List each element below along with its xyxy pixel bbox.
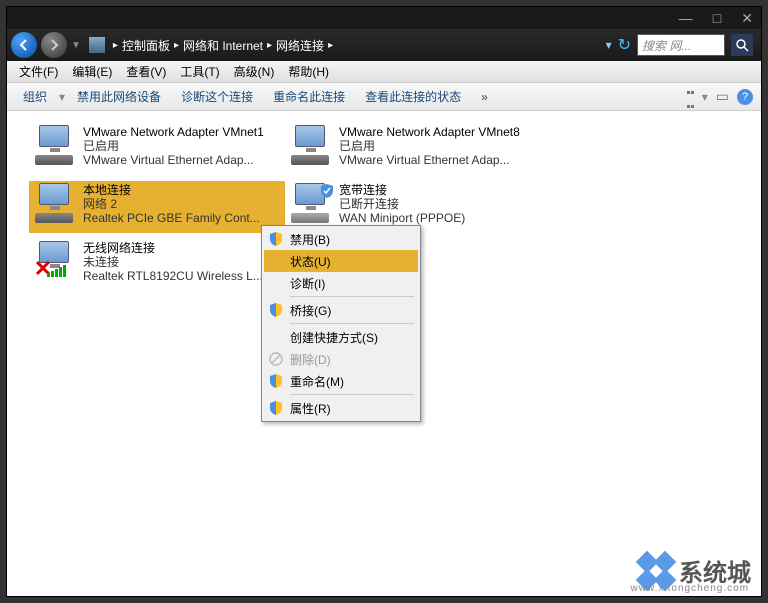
search-input[interactable]: 搜索 网...: [637, 34, 725, 56]
conn-device: WAN Miniport (PPPOE): [339, 211, 537, 225]
ctx-status[interactable]: 状态(U): [264, 250, 418, 272]
forward-button[interactable]: [41, 32, 67, 58]
back-button[interactable]: [11, 32, 37, 58]
nav-dropdown-icon[interactable]: ▾: [606, 38, 612, 52]
ctx-disable[interactable]: 禁用(B): [264, 228, 418, 250]
menu-help[interactable]: 帮助(H): [282, 61, 335, 82]
breadcrumb[interactable]: ▸ 控制面板 ▸ 网络和 Internet ▸ 网络连接 ▸: [113, 37, 602, 54]
help-icon[interactable]: ?: [737, 89, 753, 105]
conn-device: Realtek PCIe GBE Family Cont...: [83, 211, 281, 225]
menu-separator: [290, 323, 414, 324]
preview-pane-icon[interactable]: ▭: [716, 88, 729, 105]
search-placeholder: 搜索 网...: [642, 37, 691, 54]
shield-icon: [268, 373, 284, 389]
explorer-window: — □ ✕ ▼ ▸ 控制面板 ▸ 网络和 Internet ▸ 网络连接 ▸ ▾…: [6, 6, 762, 597]
minimize-button[interactable]: —: [679, 10, 693, 26]
conn-name: 宽带连接: [339, 183, 537, 197]
close-button[interactable]: ✕: [741, 10, 753, 27]
connection-wireless[interactable]: ✕ 无线网络连接 未连接 Realtek RTL8192CU Wireless …: [29, 239, 285, 291]
menu-tools[interactable]: 工具(T): [174, 61, 225, 82]
disable-device-button[interactable]: 禁用此网络设备: [69, 84, 169, 109]
wireless-adapter-icon: ✕: [33, 241, 77, 281]
titlebar: — □ ✕: [7, 7, 761, 29]
menu-advanced[interactable]: 高级(N): [228, 61, 281, 82]
network-adapter-icon: [33, 183, 77, 223]
network-adapter-icon: [33, 125, 77, 165]
menu-separator: [290, 296, 414, 297]
shield-check-icon: [319, 183, 335, 199]
conn-name: 本地连接: [83, 183, 281, 197]
menubar: 文件(F) 编辑(E) 查看(V) 工具(T) 高级(N) 帮助(H): [7, 61, 761, 83]
conn-status: 已启用: [83, 139, 281, 153]
menu-file[interactable]: 文件(F): [13, 61, 64, 82]
breadcrumb-seg-1[interactable]: 控制面板: [122, 37, 170, 54]
conn-status: 已断开连接: [339, 197, 537, 211]
shield-icon: [268, 231, 284, 247]
ctx-rename[interactable]: 重命名(M): [264, 370, 418, 392]
menu-view[interactable]: 查看(V): [120, 61, 172, 82]
connection-local[interactable]: 本地连接 网络 2 Realtek PCIe GBE Family Cont..…: [29, 181, 285, 233]
shield-icon: [268, 400, 284, 416]
history-dropdown-icon[interactable]: ▼: [71, 40, 81, 51]
path-icon: [89, 37, 105, 53]
conn-status: 网络 2: [83, 197, 281, 211]
diagnose-button[interactable]: 诊断这个连接: [173, 84, 261, 109]
watermark-url: www.xitongcheng.com: [631, 583, 750, 594]
shield-icon: [268, 302, 284, 318]
conn-device: Realtek RTL8192CU Wireless L...: [83, 269, 281, 283]
conn-name: VMware Network Adapter VMnet8: [339, 125, 537, 139]
conn-device: VMware Virtual Ethernet Adap...: [339, 153, 537, 167]
breadcrumb-seg-2[interactable]: 网络和 Internet: [183, 37, 263, 54]
ctx-diagnose[interactable]: 诊断(I): [264, 272, 418, 294]
more-button[interactable]: »: [473, 86, 496, 108]
conn-name: VMware Network Adapter VMnet1: [83, 125, 281, 139]
context-menu: 禁用(B) 状态(U) 诊断(I) 桥接(G) 创建快捷方式(S) 删除(D) …: [261, 225, 421, 422]
ctx-bridge[interactable]: 桥接(G): [264, 299, 418, 321]
organize-button[interactable]: 组织: [15, 84, 55, 109]
conn-status: 未连接: [83, 255, 281, 269]
ctx-properties[interactable]: 属性(R): [264, 397, 418, 419]
maximize-button[interactable]: □: [713, 10, 721, 26]
network-adapter-icon: [289, 183, 333, 223]
ctx-shortcut[interactable]: 创建快捷方式(S): [264, 326, 418, 348]
view-status-button[interactable]: 查看此连接的状态: [357, 84, 469, 109]
search-button[interactable]: [731, 34, 753, 56]
connection-vmnet8[interactable]: VMware Network Adapter VMnet8 已启用 VMware…: [285, 123, 541, 175]
conn-name: 无线网络连接: [83, 241, 281, 255]
navbar: ▼ ▸ 控制面板 ▸ 网络和 Internet ▸ 网络连接 ▸ ▾ ↻ 搜索 …: [7, 29, 761, 61]
conn-device: VMware Virtual Ethernet Adap...: [83, 153, 281, 167]
breadcrumb-seg-3[interactable]: 网络连接: [276, 37, 324, 54]
conn-status: 已启用: [339, 139, 537, 153]
menu-edit[interactable]: 编辑(E): [66, 61, 118, 82]
connection-vmnet1[interactable]: VMware Network Adapter VMnet1 已启用 VMware…: [29, 123, 285, 175]
ctx-delete: 删除(D): [264, 348, 418, 370]
toolbar: 组织▾ 禁用此网络设备 诊断这个连接 重命名此连接 查看此连接的状态 » ▾ ▭…: [7, 83, 761, 111]
refresh-icon[interactable]: ↻: [618, 35, 631, 55]
view-mode-icon[interactable]: [687, 83, 694, 111]
menu-separator: [290, 394, 414, 395]
delete-icon: [268, 351, 284, 367]
network-adapter-icon: [289, 125, 333, 165]
rename-button[interactable]: 重命名此连接: [265, 84, 353, 109]
